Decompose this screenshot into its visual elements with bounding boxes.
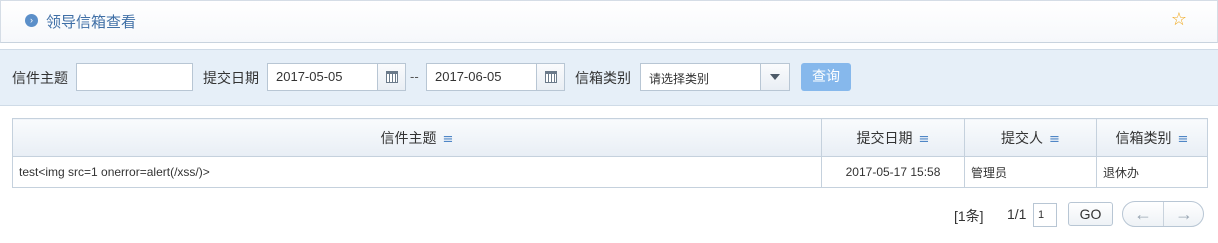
category-dropdown-button[interactable] — [760, 64, 789, 90]
category-select-value: 请选择类别 — [649, 72, 710, 86]
table-row[interactable]: test<img src=1 onerror=alert(/xss/)> 201… — [12, 156, 1208, 188]
page-title: 领导信箱查看 — [46, 13, 137, 31]
sort-menu-icon[interactable]: ≡ — [919, 132, 930, 147]
record-count: [1条] — [954, 208, 984, 224]
star-icon[interactable]: ☆ — [1171, 9, 1187, 30]
page-header: › 领导信箱查看 ☆ — [0, 0, 1218, 43]
arrow-left-icon[interactable]: ← — [1123, 202, 1164, 226]
date-from-calendar-button[interactable] — [377, 63, 406, 91]
sort-menu-icon[interactable]: ≡ — [1178, 132, 1189, 147]
column-header-category[interactable]: 信箱类别 ≡ — [1096, 118, 1208, 157]
cell-date: 2017-05-17 15:58 — [821, 156, 965, 188]
subject-label: 信件主题 — [12, 71, 68, 87]
caret-down-icon — [770, 74, 780, 80]
cell-category: 退休办 — [1096, 156, 1208, 188]
date-to-input[interactable]: 2017-06-05 — [426, 63, 537, 91]
subject-input[interactable] — [76, 63, 193, 91]
date-from-input[interactable]: 2017-05-05 — [267, 63, 378, 91]
page-indicator: 1/1 — [1007, 206, 1027, 222]
page-nav: ← → — [1122, 201, 1204, 227]
letters-table: 信件主题 ≡ 提交日期 ≡ 提交人 ≡ 信箱类别 ≡ test<img src=1 on… — [12, 118, 1208, 188]
date-separator: -- — [410, 69, 419, 84]
column-header-submitter[interactable]: 提交人 ≡ — [964, 118, 1097, 157]
page-number-input[interactable]: 1 — [1033, 203, 1057, 227]
date-label: 提交日期 — [203, 71, 259, 87]
go-button[interactable]: GO — [1068, 202, 1113, 226]
arrow-right-icon[interactable]: → — [1164, 202, 1203, 226]
sort-menu-icon[interactable]: ≡ — [443, 132, 454, 147]
date-to-calendar-button[interactable] — [536, 63, 565, 91]
column-header-date[interactable]: 提交日期 ≡ — [821, 118, 965, 157]
cell-subject: test<img src=1 onerror=alert(/xss/)> — [12, 156, 822, 188]
column-header-subject[interactable]: 信件主题 ≡ — [12, 118, 822, 157]
sort-menu-icon[interactable]: ≡ — [1049, 132, 1060, 147]
chevron-right-icon: › — [25, 14, 38, 27]
search-button[interactable]: 查询 — [801, 63, 851, 91]
category-select[interactable]: 请选择类别 — [640, 63, 790, 91]
calendar-icon — [545, 71, 557, 83]
calendar-icon — [386, 71, 398, 83]
cell-submitter: 管理员 — [964, 156, 1097, 188]
category-label: 信箱类别 — [575, 71, 631, 87]
